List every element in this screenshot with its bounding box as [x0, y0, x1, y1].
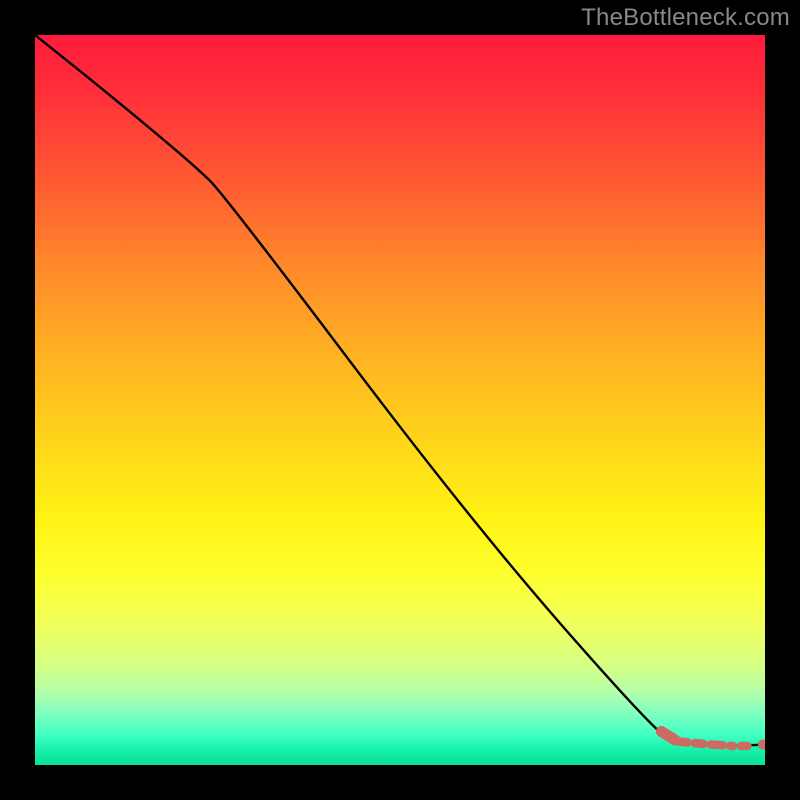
curve-svg: [35, 35, 765, 765]
marker-segment: [680, 742, 688, 743]
marker-segment: [661, 731, 675, 740]
watermark-text: TheBottleneck.com: [581, 4, 790, 32]
plot-area: [35, 35, 765, 765]
chart-container: TheBottleneck.com: [0, 0, 800, 800]
marker-segment: [695, 743, 704, 744]
highlight-markers: [661, 731, 765, 749]
marker-dot: [758, 740, 765, 750]
marker-segment: [711, 745, 723, 746]
bottleneck-curve: [35, 35, 765, 745]
